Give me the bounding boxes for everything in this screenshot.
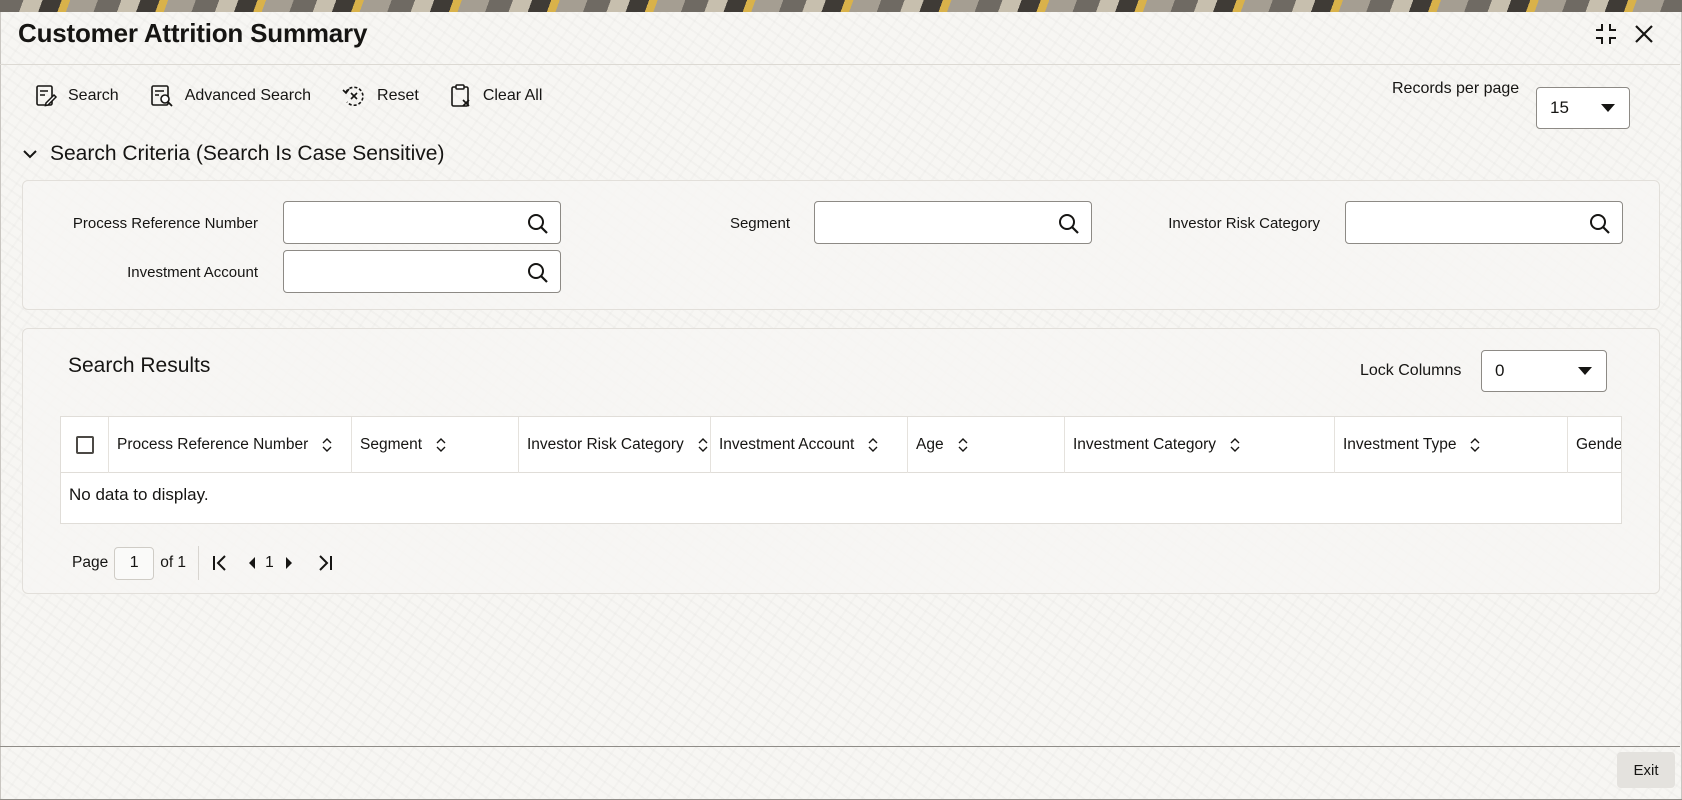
advanced-search-icon xyxy=(150,85,173,107)
select-all-cell xyxy=(61,417,109,473)
sort-icon[interactable] xyxy=(868,438,878,452)
column-header-label: Investment Type xyxy=(1343,436,1457,453)
close-icon xyxy=(1635,25,1653,43)
empty-table-message: No data to display. xyxy=(69,485,209,504)
first-page-icon xyxy=(213,555,226,571)
column-header-investment-account[interactable]: Investment Account xyxy=(711,417,908,473)
sort-icon[interactable] xyxy=(1470,438,1480,452)
search-icon[interactable] xyxy=(526,261,550,285)
sort-icon[interactable] xyxy=(436,438,446,452)
select-all-checkbox[interactable] xyxy=(76,436,94,454)
segment-label: Segment xyxy=(729,215,790,232)
toolbar: Search Advanced Search Reset Clear All xyxy=(34,80,572,112)
search-icon[interactable] xyxy=(526,212,550,236)
advanced-search-button-label: Advanced Search xyxy=(184,87,312,104)
process-reference-number-label: Process Reference Number xyxy=(72,215,258,232)
table-header: Process Reference Number Segment Investo… xyxy=(61,417,1622,473)
column-header-label: Segment xyxy=(360,436,423,453)
current-page-number: 1 xyxy=(265,554,274,571)
investor-risk-category-field[interactable] xyxy=(1345,201,1623,244)
search-results-title: Search Results xyxy=(68,354,211,377)
page-label: Page xyxy=(72,554,109,571)
investor-risk-category-label: Investor Risk Category xyxy=(1168,215,1320,232)
chevron-down-icon xyxy=(23,150,37,159)
search-criteria-panel xyxy=(22,180,1660,310)
chevron-down-icon xyxy=(1601,104,1615,112)
clipboard-clear-icon xyxy=(451,84,470,107)
page-number-input[interactable]: 1 xyxy=(114,546,155,580)
sort-icon[interactable] xyxy=(958,438,968,452)
sort-icon[interactable] xyxy=(1230,438,1240,452)
column-header-label: Investor Risk Category xyxy=(527,436,684,453)
column-header-investment-type[interactable]: Investment Type xyxy=(1335,417,1568,473)
clear-all-button[interactable]: Clear All xyxy=(449,83,543,109)
lock-columns-label: Lock Columns xyxy=(1360,362,1462,379)
collapse-button[interactable] xyxy=(1590,18,1622,50)
pager-divider xyxy=(198,546,200,580)
header-banner xyxy=(0,0,1682,12)
search-icon[interactable] xyxy=(1588,212,1612,236)
page-title: Customer Attrition Summary xyxy=(18,18,368,48)
investment-account-label: Investment Account xyxy=(127,264,258,281)
advanced-search-button[interactable]: Advanced Search xyxy=(149,84,311,108)
column-header-label: Investment Account xyxy=(719,436,855,453)
column-header-label: Gende xyxy=(1576,436,1622,453)
search-button-label: Search xyxy=(68,87,119,104)
title-divider xyxy=(0,64,1680,65)
column-header-label: Process Reference Number xyxy=(117,436,309,453)
page-count-label: of 1 xyxy=(160,554,187,571)
search-criteria-heading: Search Criteria (Search Is Case Sensitiv… xyxy=(50,142,445,165)
investment-account-field[interactable] xyxy=(283,250,561,293)
column-header-age[interactable]: Age xyxy=(908,417,1065,473)
column-header-process-reference-number[interactable]: Process Reference Number xyxy=(109,417,352,473)
records-per-page-label: Records per page xyxy=(1392,80,1520,97)
next-page-button[interactable] xyxy=(284,556,294,570)
previous-page-button[interactable] xyxy=(247,556,257,570)
column-header-investment-category[interactable]: Investment Category xyxy=(1065,417,1335,473)
search-button[interactable]: Search xyxy=(34,84,119,108)
records-per-page-value: 15 xyxy=(1550,98,1569,117)
column-header-investor-risk-category[interactable]: Investor Risk Category xyxy=(519,417,711,473)
results-table: Process Reference Number Segment Investo… xyxy=(60,416,1622,524)
caret-right-icon xyxy=(285,557,292,569)
caret-left-icon xyxy=(249,557,256,569)
sort-icon[interactable] xyxy=(698,438,708,452)
column-header-segment[interactable]: Segment xyxy=(352,417,519,473)
first-page-button[interactable] xyxy=(211,554,229,572)
column-header-label: Investment Category xyxy=(1073,436,1217,453)
clear-all-button-label: Clear All xyxy=(482,87,543,104)
pagination: Page 1 of 1 1 xyxy=(72,546,334,580)
exit-button[interactable]: Exit xyxy=(1617,752,1675,788)
reset-icon xyxy=(342,86,364,107)
search-form-icon xyxy=(36,85,58,107)
footer-divider xyxy=(0,746,1680,747)
column-header-label: Age xyxy=(916,436,944,453)
last-page-icon xyxy=(318,555,332,571)
sort-icon[interactable] xyxy=(322,438,332,452)
process-reference-number-field[interactable] xyxy=(283,201,561,244)
column-header-gender[interactable]: Gende xyxy=(1568,417,1622,473)
page-number-value: 1 xyxy=(129,554,139,571)
chevron-down-icon xyxy=(1578,367,1592,375)
collapse-icon xyxy=(1596,24,1616,44)
reset-button[interactable]: Reset xyxy=(341,83,419,109)
lock-columns-value: 0 xyxy=(1495,361,1505,380)
records-per-page-select[interactable]: 15 xyxy=(1536,87,1630,129)
search-icon[interactable] xyxy=(1057,212,1081,236)
last-page-button[interactable] xyxy=(316,554,334,572)
search-criteria-toggle[interactable]: Search Criteria (Search Is Case Sensitiv… xyxy=(22,142,444,166)
exit-button-label: Exit xyxy=(1633,761,1659,779)
reset-button-label: Reset xyxy=(377,87,419,104)
lock-columns-select[interactable]: 0 xyxy=(1481,350,1607,392)
segment-field[interactable] xyxy=(814,201,1092,244)
close-button[interactable] xyxy=(1628,18,1660,50)
